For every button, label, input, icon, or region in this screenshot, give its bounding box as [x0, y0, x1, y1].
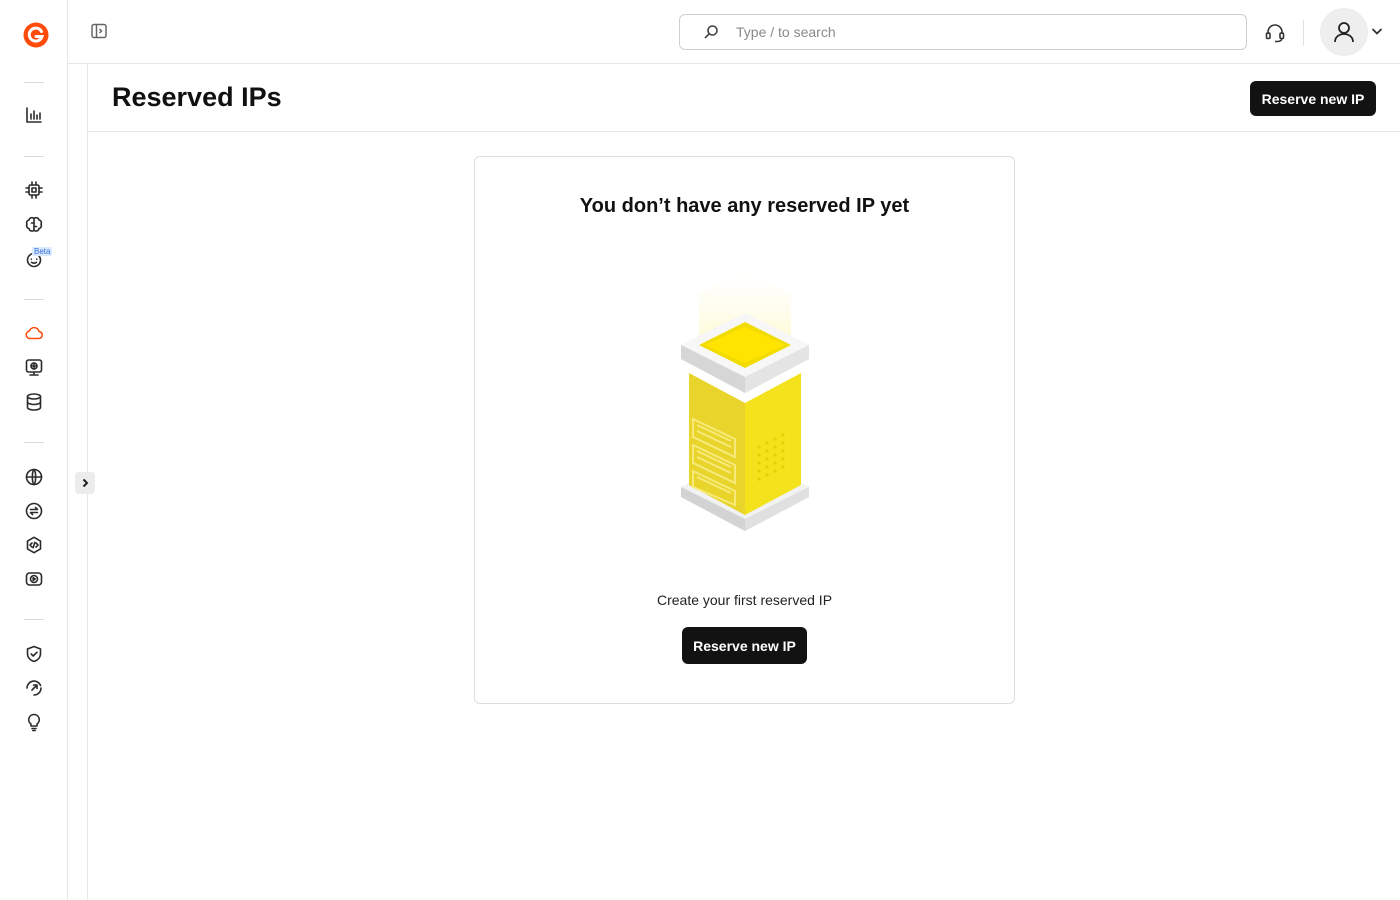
server-illustration [675, 271, 815, 535]
database-icon[interactable] [22, 390, 46, 414]
fingerprint-icon[interactable] [22, 676, 46, 700]
reserve-new-ip-button[interactable]: Reserve new IP [1250, 81, 1376, 116]
sidebar-toggle-icon [91, 23, 107, 39]
sidebar-divider [24, 156, 44, 157]
globe-icon[interactable] [22, 465, 46, 489]
user-avatar-button[interactable] [1320, 8, 1368, 56]
shield-check-icon[interactable] [22, 642, 46, 666]
beta-badge: Beta [32, 247, 53, 256]
app-logo-icon[interactable] [22, 21, 50, 49]
support-button[interactable] [1264, 22, 1286, 44]
search-input[interactable] [736, 24, 1216, 40]
chevron-right-icon [82, 478, 89, 488]
transfer-icon[interactable] [22, 499, 46, 523]
reserve-new-ip-cta-button[interactable]: Reserve new IP [682, 627, 807, 664]
sidebar-divider [24, 619, 44, 620]
top-bar [68, 0, 1400, 64]
search-icon [702, 23, 720, 41]
user-icon [1334, 22, 1354, 43]
search-box[interactable] [679, 14, 1247, 50]
cloud-icon[interactable] [22, 321, 46, 345]
lightbulb-icon[interactable] [22, 710, 46, 734]
video-icon[interactable] [22, 567, 46, 591]
code-icon[interactable] [22, 533, 46, 557]
server-icon[interactable] [22, 355, 46, 379]
headset-icon [1265, 24, 1285, 43]
toggle-sidebar-button[interactable] [90, 22, 110, 42]
topbar-divider [1303, 20, 1304, 46]
sidebar-divider [24, 82, 44, 83]
empty-state-title: You don’t have any reserved IP yet [579, 195, 910, 217]
chevron-down-icon [1371, 28, 1383, 35]
page-header: Reserved IPs Reserve new IP [88, 64, 1400, 132]
empty-state-subtitle: Create your first reserved IP [656, 592, 833, 608]
brain-icon[interactable] [22, 213, 46, 237]
empty-state-card: You don’t have any reserved IP yet Creat… [474, 156, 1015, 704]
sidebar-divider [24, 299, 44, 300]
user-menu-dropdown[interactable] [1370, 24, 1386, 40]
left-sidebar: Beta [0, 0, 68, 900]
expand-subnav-button[interactable] [75, 472, 95, 494]
chip-icon[interactable] [22, 178, 46, 202]
analytics-icon[interactable] [22, 103, 46, 127]
page-title: Reserved IPs [112, 82, 282, 112]
sidebar-divider [24, 442, 44, 443]
